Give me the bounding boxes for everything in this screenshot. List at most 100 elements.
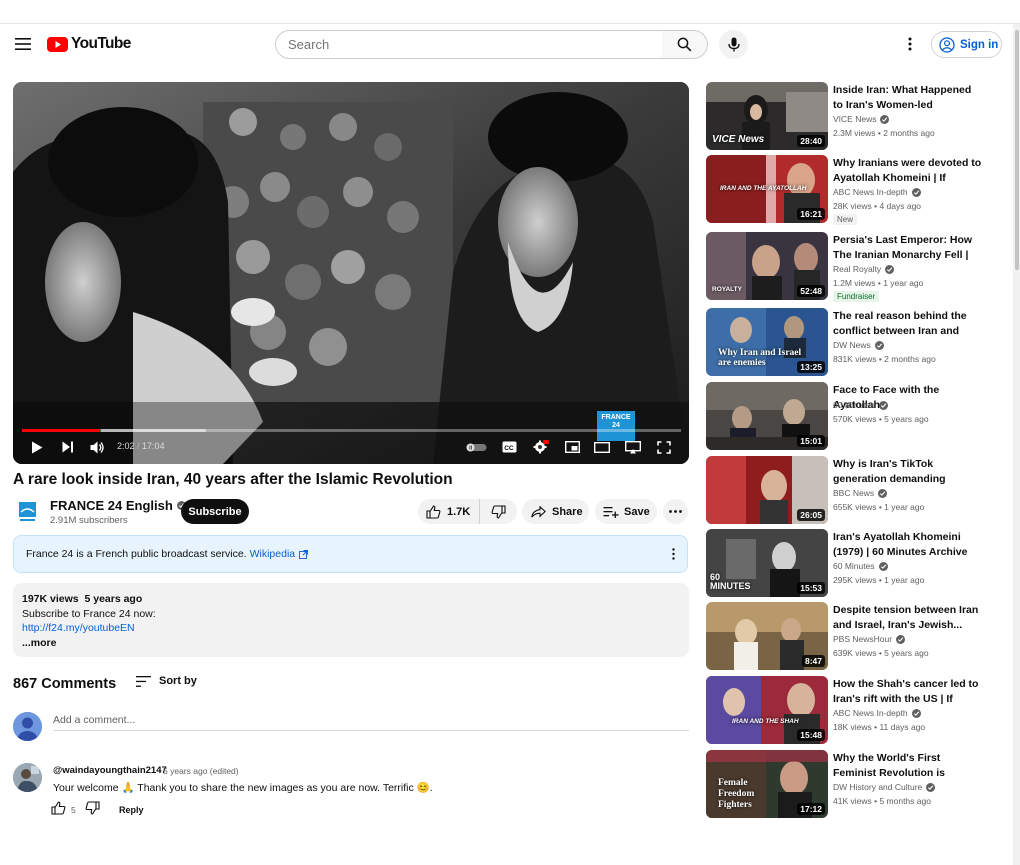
comment-author[interactable]: @waindayoungthain2147: [53, 765, 167, 776]
play-button[interactable]: [29, 440, 45, 454]
verified-icon: [911, 187, 921, 197]
channel-name[interactable]: 60 Minutes: [833, 561, 888, 571]
show-more-button[interactable]: ...more: [22, 636, 680, 651]
related-video-item[interactable]: Female Freedom Fighters 17:12 Why the Wo…: [706, 750, 996, 820]
channel-name-text[interactable]: Real Royalty: [833, 264, 881, 274]
channel-name[interactable]: PBS NewsHour: [833, 634, 906, 644]
channel-name[interactable]: FRANCE 24 English: [50, 498, 186, 513]
video-thumbnail[interactable]: Why Iran and Israel are enemies 13:25: [706, 308, 828, 376]
fullscreen-button[interactable]: [655, 440, 673, 454]
related-video-item[interactable]: ROYALTY 52:48 Persia's Last Emperor: How…: [706, 232, 996, 302]
share-button[interactable]: Share: [522, 499, 589, 524]
search-box[interactable]: [275, 30, 663, 59]
video-thumbnail[interactable]: IRAN AND THE AYATOLLAH 16:21: [706, 155, 828, 223]
youtube-logo[interactable]: YouTube: [47, 35, 131, 53]
video-title[interactable]: The real reason behind the conflict betw…: [833, 309, 983, 338]
comment-dislike-button[interactable]: [85, 801, 100, 815]
channel-name-text[interactable]: VICE News: [833, 114, 876, 124]
channel-name[interactable]: DW News: [833, 340, 884, 350]
sign-in-button[interactable]: Sign in: [931, 31, 1002, 58]
cast-button[interactable]: [624, 440, 642, 454]
related-video-item[interactable]: VICE News 28:40 Inside Iran: What Happen…: [706, 82, 996, 152]
video-title[interactable]: Inside Iran: What Happened to Iran's Wom…: [833, 83, 983, 112]
add-comment-field[interactable]: [53, 714, 689, 731]
channel-name-text[interactable]: 60 Minutes: [833, 561, 875, 571]
search-button[interactable]: [662, 30, 708, 59]
video-player[interactable]: [13, 82, 689, 464]
thumbnail-caption: IRAN AND THE SHAH: [732, 718, 799, 725]
video-title[interactable]: Despite tension between Iran and Israel,…: [833, 603, 983, 632]
subscribe-button[interactable]: Subscribe: [181, 499, 249, 524]
description-box[interactable]: 197K views 5 years ago Subscribe to Fran…: [13, 583, 689, 657]
related-video-item[interactable]: IRAN AND THE AYATOLLAH 16:21 Why Iranian…: [706, 155, 996, 225]
channel-name-text[interactable]: PBS NewsHour: [833, 634, 892, 644]
channel-name-text[interactable]: ABC News In-depth: [833, 708, 908, 718]
wikipedia-link[interactable]: Wikipedia: [250, 548, 296, 560]
info-panel-menu-button[interactable]: [667, 545, 679, 563]
thumbnail-caption: 60 MINUTES: [710, 572, 751, 591]
theater-mode-button[interactable]: [593, 440, 611, 454]
related-video-item[interactable]: IRAN AND THE SHAH 15:48 How the Shah's c…: [706, 676, 996, 746]
video-title[interactable]: Persia's Last Emperor: How The Iranian M…: [833, 233, 983, 262]
channel-name-text[interactable]: DW News: [833, 340, 871, 350]
reply-button[interactable]: Reply: [119, 805, 144, 815]
save-button[interactable]: Save: [595, 499, 657, 524]
video-thumbnail[interactable]: VICE News 28:40: [706, 82, 828, 150]
voice-search-button[interactable]: [719, 30, 748, 59]
menu-icon[interactable]: [13, 34, 33, 54]
channel-name[interactable]: ABC News In-depth: [833, 708, 921, 718]
video-thumbnail[interactable]: IRAN AND THE SHAH 15:48: [706, 676, 828, 744]
sort-comments-button[interactable]: Sort by: [136, 675, 197, 687]
channel-name[interactable]: ABC News In-depth: [833, 187, 921, 197]
related-video-item[interactable]: 8:47 Despite tension between Iran and Is…: [706, 602, 996, 672]
settings-more-button[interactable]: [899, 33, 921, 55]
comment-like-button[interactable]: [51, 801, 66, 815]
channel-name-text[interactable]: ABC News In-depth: [833, 187, 908, 197]
next-button[interactable]: [60, 440, 76, 454]
channel-name[interactable]: 60 Minutes: [833, 400, 888, 410]
video-title[interactable]: Why the World's First Feminist Revolutio…: [833, 751, 983, 780]
search-input[interactable]: [276, 31, 662, 58]
channel-name-text[interactable]: 60 Minutes: [833, 400, 875, 410]
autoplay-toggle[interactable]: [465, 440, 487, 454]
related-video-item[interactable]: Why Iran and Israel are enemies 13:25 Th…: [706, 308, 996, 378]
channel-name[interactable]: Real Royalty: [833, 264, 895, 274]
video-thumbnail[interactable]: Female Freedom Fighters 17:12: [706, 750, 828, 818]
channel-name-text[interactable]: BBC News: [833, 488, 874, 498]
volume-button[interactable]: [89, 440, 105, 454]
channel-name[interactable]: DW History and Culture: [833, 782, 936, 792]
video-thumbnail[interactable]: ROYALTY 52:48: [706, 232, 828, 300]
comment-time[interactable]: 5 years ago (edited): [163, 766, 239, 776]
video-duration: 26:05: [797, 509, 825, 521]
related-video-item[interactable]: 60 MINUTES 15:53 Iran's Ayatollah Khomei…: [706, 529, 996, 599]
video-title[interactable]: Iran's Ayatollah Khomeini (1979) | 60 Mi…: [833, 530, 983, 559]
add-comment-input[interactable]: [53, 714, 689, 726]
verified-icon: [878, 488, 888, 498]
like-button[interactable]: 1.7K: [418, 499, 480, 524]
channel-name-text[interactable]: FRANCE 24 English: [50, 498, 173, 513]
commenter-avatar[interactable]: [13, 763, 42, 792]
video-thumbnail[interactable]: 60 MINUTES 15:53: [706, 529, 828, 597]
channel-name-text[interactable]: DW History and Culture: [833, 782, 922, 792]
verified-icon: [911, 708, 921, 718]
settings-button[interactable]: [532, 439, 550, 455]
dislike-button[interactable]: [480, 499, 517, 524]
video-title[interactable]: Why Iranians were devoted to Ayatollah K…: [833, 156, 983, 185]
description-link[interactable]: http://f24.my/youtubeEN: [22, 621, 680, 636]
video-stats: 639K views • 5 years ago: [833, 648, 929, 658]
related-video-item[interactable]: 26:05 Why is Iran's TikTok generation de…: [706, 456, 996, 526]
related-video-item[interactable]: 15:01 Face to Face with the Ayatollah 60…: [706, 382, 996, 452]
channel-avatar[interactable]: [14, 498, 41, 525]
channel-name[interactable]: VICE News: [833, 114, 890, 124]
channel-name[interactable]: BBC News: [833, 488, 888, 498]
more-actions-button[interactable]: [663, 499, 688, 524]
video-thumbnail[interactable]: 26:05: [706, 456, 828, 524]
subtitles-button[interactable]: CC: [500, 440, 518, 454]
video-title[interactable]: How the Shah's cancer led to Iran's rift…: [833, 677, 983, 706]
video-title: A rare look inside Iran, 40 years after …: [13, 471, 453, 488]
video-thumbnail[interactable]: 15:01: [706, 382, 828, 450]
video-thumbnail[interactable]: 8:47: [706, 602, 828, 670]
video-title[interactable]: Why is Iran's TikTok generation demandin…: [833, 457, 983, 486]
scrollbar-thumb[interactable]: [1015, 30, 1019, 270]
miniplayer-button[interactable]: [563, 440, 581, 454]
